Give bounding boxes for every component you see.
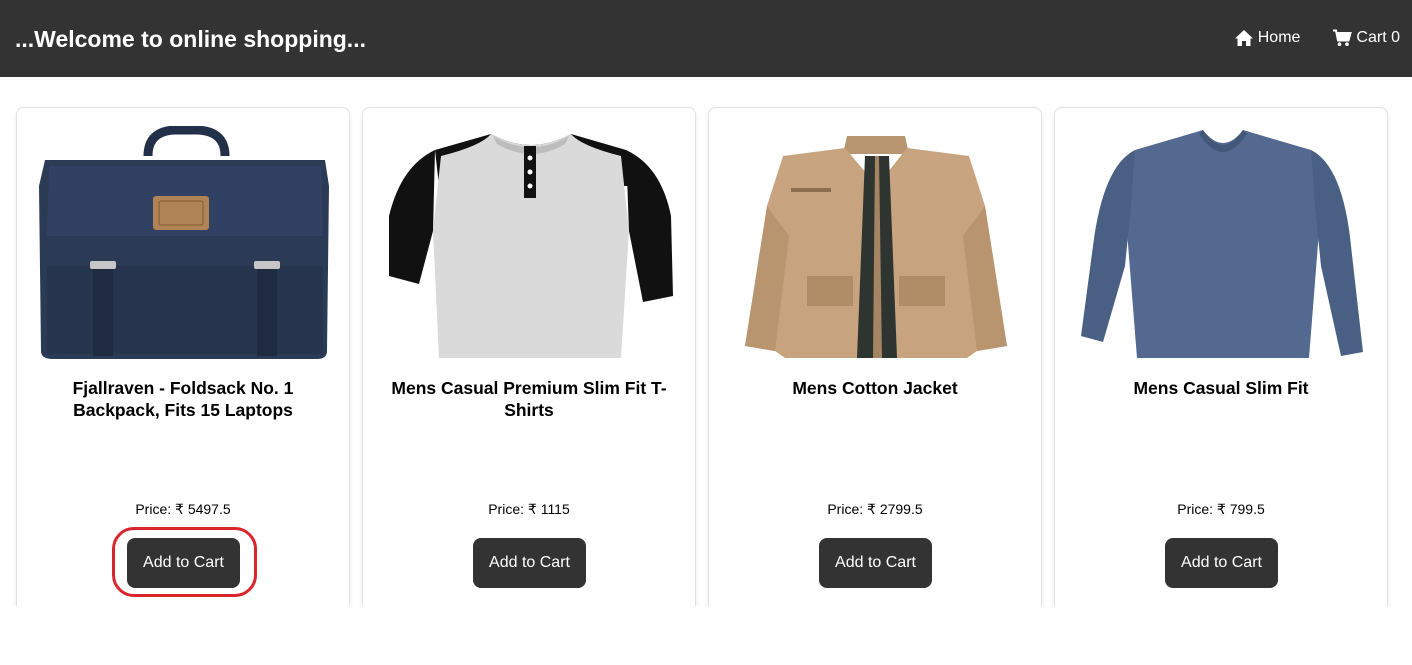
add-to-cart-button[interactable]: Add to Cart — [819, 538, 932, 588]
product-price: Price: ₹ 2799.5 — [827, 501, 923, 517]
cart-link[interactable]: Cart 0 — [1332, 28, 1400, 48]
product-card: Mens Casual Premium Slim Fit T-Shirts Pr… — [362, 107, 696, 627]
navy-backpack-image[interactable] — [35, 125, 333, 361]
product-card: Fjallraven - Foldsack No. 1 Backpack, Fi… — [16, 107, 350, 627]
product-card: Mens Casual Slim Fit Price: ₹ 799.5 Add … — [1054, 107, 1388, 627]
site-title: ...Welcome to online shopping... — [15, 26, 366, 52]
viewport-bottom — [0, 606, 1412, 665]
cart-icon — [1332, 29, 1353, 47]
product-title: Mens Cotton Jacket — [792, 378, 958, 398]
home-icon — [1234, 29, 1254, 47]
product-grid: Fjallraven - Foldsack No. 1 Backpack, Fi… — [16, 107, 1390, 627]
product-price: Price: ₹ 1115 — [488, 501, 570, 517]
product-title: Mens Casual Premium Slim Fit T-Shirts — [391, 378, 667, 420]
home-link-label: Home — [1257, 29, 1301, 46]
product-title: Mens Casual Slim Fit — [1133, 378, 1309, 398]
product-price: Price: ₹ 799.5 — [1177, 501, 1265, 517]
home-link[interactable]: Home — [1234, 28, 1301, 48]
add-to-cart-button[interactable]: Add to Cart — [473, 538, 586, 588]
product-price: Price: ₹ 5497.5 — [135, 501, 231, 517]
product-card: Mens Cotton Jacket Price: ₹ 2799.5 Add t… — [708, 107, 1042, 627]
nav-links: Home Cart 0 — [1234, 28, 1400, 48]
add-to-cart-button[interactable]: Add to Cart — [1165, 538, 1278, 588]
product-title: Fjallraven - Foldsack No. 1 Backpack, Fi… — [72, 378, 294, 420]
add-to-cart-button[interactable]: Add to Cart — [127, 538, 240, 588]
top-navbar: ...Welcome to online shopping... Home Ca… — [0, 0, 1412, 77]
cart-link-label: Cart 0 — [1356, 29, 1400, 46]
raglan-tshirt-image[interactable] — [381, 126, 679, 361]
blue-longsleeve-image[interactable] — [1073, 126, 1371, 361]
khaki-jacket-image[interactable] — [727, 126, 1025, 361]
